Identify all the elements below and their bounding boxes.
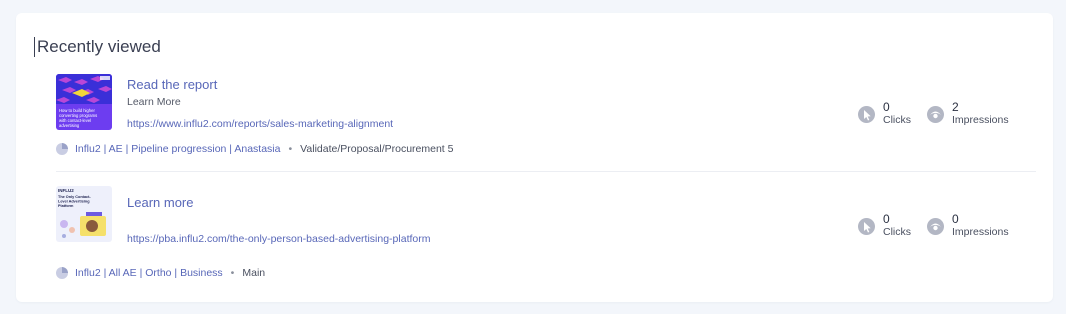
- impressions-stat: 0 Impressions: [927, 213, 1009, 239]
- item-url-link[interactable]: https://pba.influ2.com/the-only-person-b…: [127, 233, 431, 245]
- campaign-link[interactable]: Influ2 | AE | Pipeline progression | Ana…: [75, 143, 280, 155]
- pie-chart-icon: [56, 143, 68, 155]
- campaign-stage: Main: [242, 267, 266, 279]
- impressions-stat: 2 Impressions: [927, 101, 1009, 127]
- campaign-link[interactable]: Influ2 | All AE | Ortho | Business: [75, 267, 223, 279]
- cursor-icon: [858, 106, 875, 123]
- impressions-count: 0: [952, 212, 959, 226]
- svg-text:The Only Contact-: The Only Contact-: [58, 195, 91, 199]
- eye-icon: [927, 218, 944, 235]
- svg-text:advertising: advertising: [59, 123, 80, 128]
- clicks-stat: 0 Clicks: [858, 213, 911, 239]
- clicks-count: 0: [883, 100, 890, 114]
- recently-viewed-card: Recently viewed How to build higher conv…: [16, 13, 1053, 302]
- clicks-label: Clicks: [883, 114, 911, 126]
- ad-thumbnail[interactable]: How to build higher converting programs …: [56, 74, 112, 130]
- section-heading: Recently viewed: [34, 37, 161, 57]
- item-divider: [56, 171, 1036, 172]
- clicks-stat: 0 Clicks: [858, 101, 911, 127]
- item-url-link[interactable]: https://www.influ2.com/reports/sales-mar…: [127, 118, 393, 130]
- campaign-stage: Validate/Proposal/Procurement 5: [300, 143, 454, 155]
- item-subtitle: Learn More: [127, 96, 181, 108]
- svg-text:Platform: Platform: [58, 204, 74, 208]
- clicks-label: Clicks: [883, 226, 911, 238]
- impressions-label: Impressions: [952, 226, 1009, 238]
- separator-dot: •: [230, 267, 235, 279]
- svg-text:Level Advertising: Level Advertising: [58, 200, 90, 204]
- list-item: INFLU2 The Only Contact- Level Advertisi…: [16, 185, 1053, 283]
- item-title-link[interactable]: Read the report: [127, 77, 217, 92]
- impressions-count: 2: [952, 100, 959, 114]
- impressions-label: Impressions: [952, 114, 1009, 126]
- pie-chart-icon: [56, 267, 68, 279]
- separator-dot: •: [288, 143, 293, 155]
- item-title-link[interactable]: Learn more: [127, 195, 193, 210]
- list-item: How to build higher converting programs …: [16, 73, 1053, 171]
- item-campaign-meta: Influ2 | AE | Pipeline progression | Ana…: [56, 143, 453, 155]
- ad-thumbnail[interactable]: INFLU2 The Only Contact- Level Advertisi…: [56, 186, 112, 242]
- clicks-count: 0: [883, 212, 890, 226]
- svg-text:INFLU2: INFLU2: [58, 188, 74, 193]
- cursor-icon: [858, 218, 875, 235]
- item-campaign-meta: Influ2 | All AE | Ortho | Business • Mai…: [56, 267, 265, 279]
- eye-icon: [927, 106, 944, 123]
